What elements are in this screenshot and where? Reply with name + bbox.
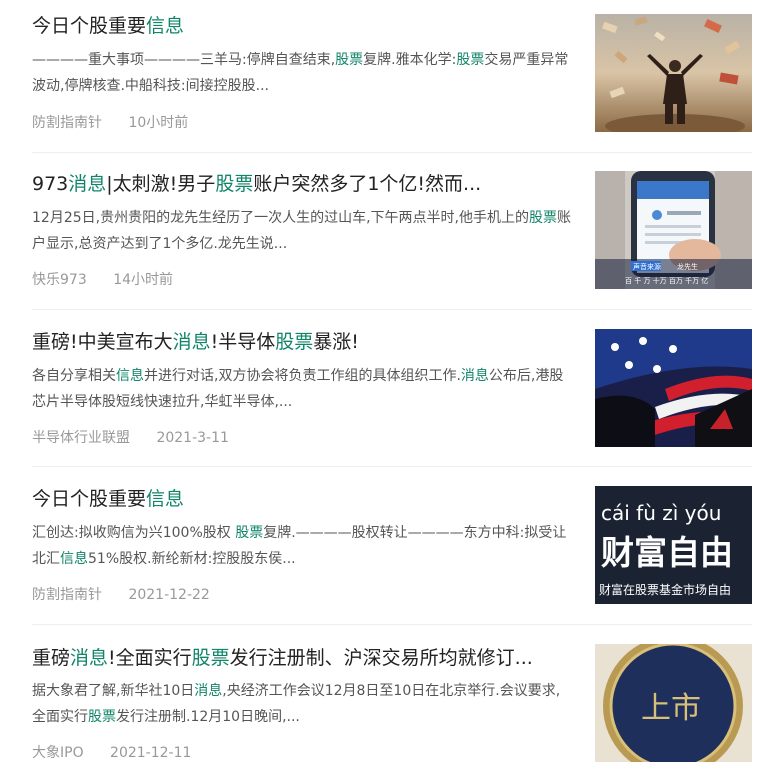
text-run: 汇创达:拟收购信为兴100%股权 [32,525,236,541]
keyword-highlight: 股票 [215,173,254,195]
text-run: 并进行对话,双方协会将负责工作组的具体组织工作. [144,368,461,384]
svg-text:百 千 万 十万 百万 千万 亿: 百 千 万 十万 百万 千万 亿 [625,276,708,285]
news-time: 14小时前 [113,272,174,288]
text-run: 复牌.雅本化学: [363,52,457,68]
news-item[interactable]: 今日个股重要信息 汇创达:拟收购信为兴100%股权 股票复牌.————股权转让—… [0,467,776,625]
news-time: 2021-12-11 [110,745,192,761]
keyword-highlight: 信息 [60,551,88,567]
keyword-highlight: 消息 [70,647,109,669]
text-run: 51%股权.新纶新材:控股股东侯... [88,551,296,567]
keyword-highlight: 股票 [235,525,264,541]
svg-text:财富在股票基金市场自由: 财富在股票基金市场自由 [599,582,731,597]
news-title[interactable]: 重磅消息!全面实行股票发行注册制、沪深交易所均就修订... [32,645,572,671]
news-meta: 防割指南针 2021-12-22 [32,585,210,605]
news-time: 10小时前 [128,115,189,131]
news-source[interactable]: 大象IPO [32,745,84,761]
news-item[interactable]: 重磅!中美宣布大消息!半导体股票暴涨! 各自分享相关信息并进行对话,双方协会将负… [0,310,776,467]
news-summary: 据大象君了解,新华社10日消息,央经济工作会议12月8日至10日在北京举行.会议… [32,678,572,730]
news-meta: 半导体行业联盟 2021-3-11 [32,428,229,448]
text-run: !半导体 [210,331,276,353]
keyword-highlight: 股票 [335,52,364,68]
news-title[interactable]: 今日个股重要信息 [32,13,572,39]
text-run: 今日个股重要 [32,15,147,37]
svg-text:财富自由: 财富自由 [601,533,733,572]
text-run: !全面实行 [108,647,192,669]
phone-account-image[interactable]: 声音来源 龙先生 百 千 万 十万 百万 千万 亿 [595,171,752,289]
listing-coin-image[interactable]: 上市 [595,644,752,762]
news-meta: 大象IPO 2021-12-11 [32,743,191,763]
svg-text:声音来源: 声音来源 [633,262,661,271]
us-flag-image[interactable] [595,329,752,447]
text-run: 账户突然多了1个亿!然而... [253,173,482,195]
text-run: |太刺激!男子 [106,173,216,195]
text-run: 发行注册制.12月10日晚间,... [116,709,300,725]
text-run: ————重大事项————三羊马:停牌自查结束, [32,52,336,68]
news-meta: 防割指南针 10小时前 [32,113,188,133]
news-meta: 快乐973 14小时前 [32,270,173,290]
keyword-highlight: 股票 [528,210,557,226]
news-item[interactable]: 今日个股重要信息 ————重大事项————三羊马:停牌自查结束,股票复牌.雅本化… [0,0,776,153]
keyword-highlight: 股票 [191,647,230,669]
svg-text:上市: 上市 [641,691,701,726]
keyword-highlight: 股票 [88,709,116,725]
keyword-highlight: 消息 [194,683,223,699]
text-run: 今日个股重要 [32,488,147,510]
keyword-highlight: 消息 [460,368,489,384]
news-source[interactable]: 防割指南针 [32,115,102,131]
news-item[interactable]: 重磅消息!全面实行股票发行注册制、沪深交易所均就修订... 据大象君了解,新华社… [0,625,776,782]
text-run: 重磅!中美宣布大 [32,331,173,353]
text-run: 973 [32,173,69,195]
keyword-highlight: 股票 [275,331,314,353]
news-time: 2021-12-22 [128,587,210,603]
svg-text:cái fù zì yóu: cái fù zì yóu [601,501,721,525]
keyword-highlight: 信息 [116,368,144,384]
news-source[interactable]: 半导体行业联盟 [32,430,130,446]
news-title[interactable]: 今日个股重要信息 [32,486,572,512]
news-time: 2021-3-11 [156,430,229,446]
news-item[interactable]: 973消息|太刺激!男子股票账户突然多了1个亿!然而... 12月25日,贵州贵… [0,153,776,310]
keyword-highlight: 消息 [172,331,211,353]
text-run: 据大象君了解,新华社10日 [32,683,195,699]
text-run: 12月25日,贵州贵阳的龙先生经历了一次人生的过山车,下午两点半时,他手机上的 [32,210,529,226]
money-rain-image[interactable] [595,14,752,132]
svg-text:龙先生: 龙先生 [677,262,698,271]
text-run: 暴涨! [313,331,359,353]
keyword-highlight: 股票 [456,52,485,68]
keyword-highlight: 消息 [68,173,107,195]
news-summary: 汇创达:拟收购信为兴100%股权 股票复牌.————股权转让————东方中科:拟… [32,520,572,572]
news-summary: 各自分享相关信息并进行对话,双方协会将负责工作组的具体组织工作.消息公布后,港股… [32,363,572,415]
news-title[interactable]: 973消息|太刺激!男子股票账户突然多了1个亿!然而... [32,171,572,197]
text-run: 发行注册制、沪深交易所均就修订... [229,647,533,669]
keyword-highlight: 信息 [146,488,185,510]
wealth-freedom-image[interactable]: cái fù zì yóu 财富自由 财富在股票基金市场自由 [595,486,752,604]
news-summary: ————重大事项————三羊马:停牌自查结束,股票复牌.雅本化学:股票交易严重异… [32,47,572,99]
text-run: 各自分享相关 [32,368,116,384]
news-title[interactable]: 重磅!中美宣布大消息!半导体股票暴涨! [32,329,572,355]
news-source[interactable]: 快乐973 [32,272,87,288]
news-source[interactable]: 防割指南针 [32,587,102,603]
keyword-highlight: 信息 [146,15,185,37]
text-run: 重磅 [32,647,71,669]
news-summary: 12月25日,贵州贵阳的龙先生经历了一次人生的过山车,下午两点半时,他手机上的股… [32,205,572,257]
